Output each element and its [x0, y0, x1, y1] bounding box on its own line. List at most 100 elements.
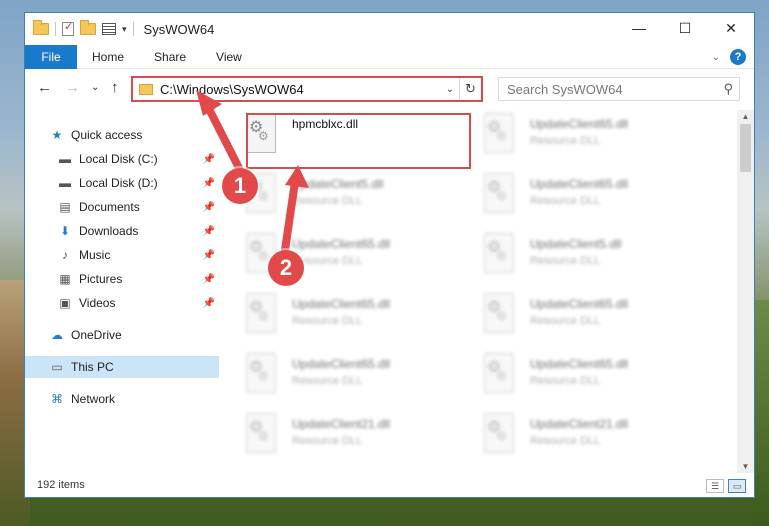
star-icon: ★: [51, 128, 63, 142]
properties-icon[interactable]: [62, 20, 74, 36]
search-icon[interactable]: ⚲: [723, 81, 733, 97]
pin-icon[interactable]: 📌: [203, 226, 215, 237]
sidebar-item-downloads[interactable]: ⬇ Downloads 📌: [25, 220, 219, 242]
step-2-badge: 2: [268, 250, 304, 286]
folder-icon: [33, 20, 49, 35]
file-name: UpdateClient21.dll: [530, 417, 629, 431]
sidebar-item-videos[interactable]: ▣ Videos 📌: [25, 292, 219, 314]
pin-icon[interactable]: 📌: [203, 250, 215, 261]
ribbon-tabs: File Home Share View ⌄ ?: [25, 44, 754, 69]
help-icon[interactable]: ?: [730, 49, 746, 65]
file-name: UpdateClient65.dll: [292, 237, 391, 251]
search-input[interactable]: Search SysWOW64 ⚲: [498, 77, 740, 101]
recent-locations-dropdown[interactable]: ⌄: [91, 82, 99, 93]
sidebar-item-network[interactable]: ⌘ Network: [25, 388, 219, 410]
dll-file-icon: [484, 173, 518, 215]
title-bar: ▾ SysWOW64 — ☐ ✕: [25, 13, 754, 45]
tab-file[interactable]: File: [25, 44, 77, 69]
cloud-icon: ☁: [51, 328, 63, 342]
minimize-button[interactable]: —: [616, 13, 662, 43]
file-type: Resource DLL: [530, 315, 601, 327]
scroll-up-icon[interactable]: ▲: [737, 112, 754, 121]
file-type: Resource DLL: [530, 195, 601, 207]
file-type: Resource DLL: [292, 195, 363, 207]
network-icon: ⌘: [51, 392, 63, 406]
file-name: UpdateClient65.dll: [530, 297, 629, 311]
sidebar-item-label: OneDrive: [71, 328, 122, 342]
file-name: UpdateClient5.dll: [292, 177, 384, 191]
toolbar-divider: [132, 22, 134, 36]
sidebar-item-label: Quick access: [71, 128, 143, 142]
sidebar-item-pictures[interactable]: ▦ Pictures 📌: [25, 268, 219, 290]
computer-icon: ▭: [51, 360, 63, 374]
view-options-icon[interactable]: [102, 23, 116, 35]
back-button[interactable]: ←: [37, 79, 52, 96]
videos-icon: ▣: [59, 296, 71, 310]
file-item[interactable]: UpdateClient5.dll Resource DLL: [246, 173, 471, 229]
file-type: Resource DLL: [530, 255, 601, 267]
sidebar-item-label: Local Disk (D:): [79, 176, 158, 190]
file-type: Resource DLL: [292, 315, 363, 327]
address-bar[interactable]: C:\Windows\SysWOW64 ⌄ ↻: [131, 76, 483, 102]
new-folder-icon[interactable]: [80, 20, 96, 35]
tab-home[interactable]: Home: [77, 50, 139, 64]
sidebar-item-this-pc[interactable]: ▭ This PC: [25, 356, 219, 378]
status-bar: 192 items ☰ ▭: [25, 473, 754, 497]
customize-toolbar-dropdown-icon[interactable]: ▾: [122, 24, 127, 35]
window-title: SysWOW64: [143, 21, 215, 37]
sidebar-item-label: Music: [79, 248, 111, 262]
file-item[interactable]: UpdateClient65.dll Resource DLL: [484, 173, 709, 229]
pin-icon[interactable]: 📌: [203, 274, 215, 285]
sidebar-item-local-disk-c[interactable]: ▬ Local Disk (C:) 📌: [25, 148, 219, 170]
address-dropdown-icon[interactable]: ⌄: [441, 84, 459, 95]
sidebar-item-quick-access[interactable]: ★ Quick access: [25, 124, 219, 146]
pin-icon[interactable]: 📌: [203, 202, 215, 213]
close-button[interactable]: ✕: [708, 13, 754, 43]
file-item[interactable]: UpdateClient65.dll Resource DLL: [484, 113, 709, 169]
file-item[interactable]: UpdateClient21.dll Resource DLL: [246, 413, 471, 469]
sidebar-item-label: Local Disk (C:): [79, 152, 158, 166]
folder-icon: [139, 83, 153, 95]
item-count: 192 items: [37, 479, 85, 491]
up-button[interactable]: ↑: [111, 79, 119, 96]
forward-button[interactable]: →: [65, 79, 80, 96]
details-view-icon[interactable]: ☰: [706, 479, 724, 493]
sidebar-item-local-disk-d[interactable]: ▬ Local Disk (D:) 📌: [25, 172, 219, 194]
sidebar-item-label: Downloads: [79, 224, 139, 238]
file-item[interactable]: UpdateClient65.dll Resource DLL: [246, 293, 471, 349]
file-item[interactable]: UpdateClient21.dll Resource DLL: [484, 413, 709, 469]
file-item[interactable]: UpdateClient65.dll Resource DLL: [484, 353, 709, 409]
tab-share[interactable]: Share: [139, 50, 201, 64]
vertical-scrollbar[interactable]: ▲ ▼: [737, 110, 754, 473]
pin-icon[interactable]: 📌: [203, 298, 215, 309]
scrollbar-thumb[interactable]: [740, 124, 751, 172]
navigation-bar: ← → ⌄ ↑ C:\Windows\SysWOW64 ⌄ ↻ Search S…: [25, 69, 754, 109]
sidebar-item-documents[interactable]: ▤ Documents 📌: [25, 196, 219, 218]
file-item[interactable]: UpdateClient65.dll Resource DLL: [484, 293, 709, 349]
pin-icon[interactable]: 📌: [203, 178, 215, 189]
sidebar-item-music[interactable]: ♪ Music 📌: [25, 244, 219, 266]
file-name: UpdateClient65.dll: [530, 357, 629, 371]
pin-icon[interactable]: 📌: [203, 154, 215, 165]
refresh-icon[interactable]: ↻: [459, 78, 481, 100]
file-list: hpmcblxc.dll UpdateClient65.dllResource …: [219, 110, 737, 473]
file-type: Resource DLL: [292, 255, 363, 267]
tiles-view-icon[interactable]: ▭: [728, 479, 746, 493]
file-highlight-box: [246, 113, 471, 169]
address-path[interactable]: C:\Windows\SysWOW64: [160, 82, 441, 97]
file-type: Resource DLL: [530, 135, 601, 147]
expand-ribbon-icon[interactable]: ⌄: [712, 52, 720, 63]
dll-file-icon: [246, 293, 280, 335]
maximize-button[interactable]: ☐: [662, 13, 708, 43]
tab-view[interactable]: View: [201, 50, 257, 64]
scroll-down-icon[interactable]: ▼: [737, 462, 754, 471]
window-controls: — ☐ ✕: [616, 13, 754, 43]
sidebar-item-onedrive[interactable]: ☁ OneDrive: [25, 324, 219, 346]
sidebar-item-label: Videos: [79, 296, 116, 310]
file-name: UpdateClient65.dll: [292, 357, 391, 371]
dll-file-icon: [484, 413, 518, 455]
ribbon-right-controls: ⌄ ?: [712, 49, 746, 65]
file-item[interactable]: UpdateClient5.dll Resource DLL: [484, 233, 709, 289]
file-item[interactable]: UpdateClient65.dll Resource DLL: [246, 353, 471, 409]
file-name: UpdateClient21.dll: [292, 417, 391, 431]
